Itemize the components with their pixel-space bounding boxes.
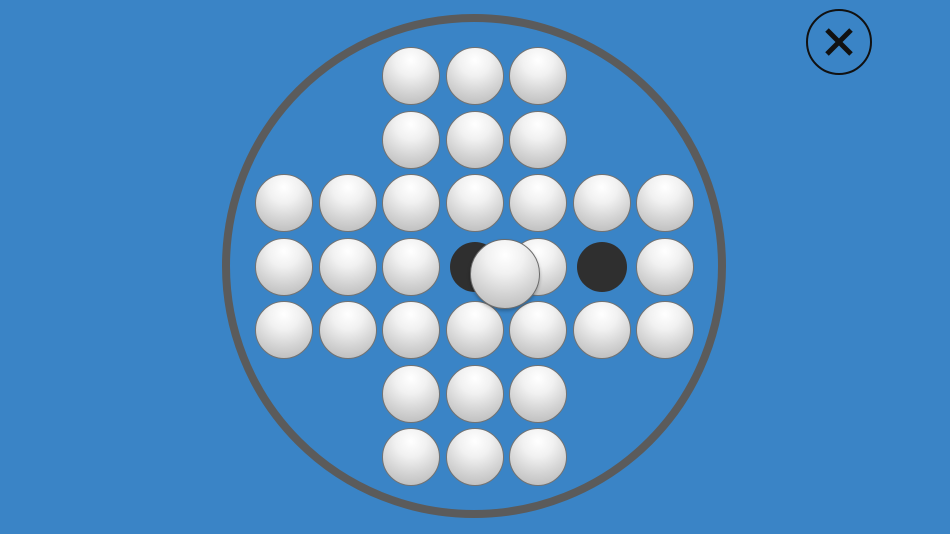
peg[interactable]: [382, 237, 440, 296]
peg[interactable]: [636, 237, 694, 296]
peg[interactable]: [318, 237, 377, 296]
peg[interactable]: [382, 364, 440, 423]
peg[interactable]: [509, 47, 567, 105]
peg[interactable]: [382, 110, 440, 169]
peg[interactable]: [318, 174, 377, 232]
game-screen: [0, 0, 950, 534]
close-button[interactable]: [806, 9, 872, 75]
peg[interactable]: [318, 301, 377, 359]
peg[interactable]: [382, 47, 440, 105]
peg[interactable]: [445, 301, 504, 359]
peg[interactable]: [572, 301, 631, 359]
peg[interactable]: [445, 110, 504, 169]
peg[interactable]: [445, 428, 504, 486]
peg[interactable]: [572, 174, 631, 232]
peg[interactable]: [636, 301, 694, 359]
peg[interactable]: [445, 47, 504, 105]
peg[interactable]: [255, 174, 313, 232]
dragged-peg[interactable]: [470, 238, 541, 309]
peg[interactable]: [636, 174, 694, 232]
peg[interactable]: [382, 428, 440, 486]
peg[interactable]: [445, 364, 504, 423]
peg[interactable]: [255, 301, 313, 359]
peg[interactable]: [382, 301, 440, 359]
peg[interactable]: [509, 364, 567, 423]
close-icon: [825, 28, 853, 56]
peg[interactable]: [382, 174, 440, 232]
peg[interactable]: [509, 301, 567, 359]
peg[interactable]: [445, 174, 504, 232]
peg[interactable]: [509, 110, 567, 169]
peg[interactable]: [509, 174, 567, 232]
peg[interactable]: [255, 237, 313, 296]
empty-hole[interactable]: [576, 241, 627, 292]
peg[interactable]: [509, 428, 567, 486]
